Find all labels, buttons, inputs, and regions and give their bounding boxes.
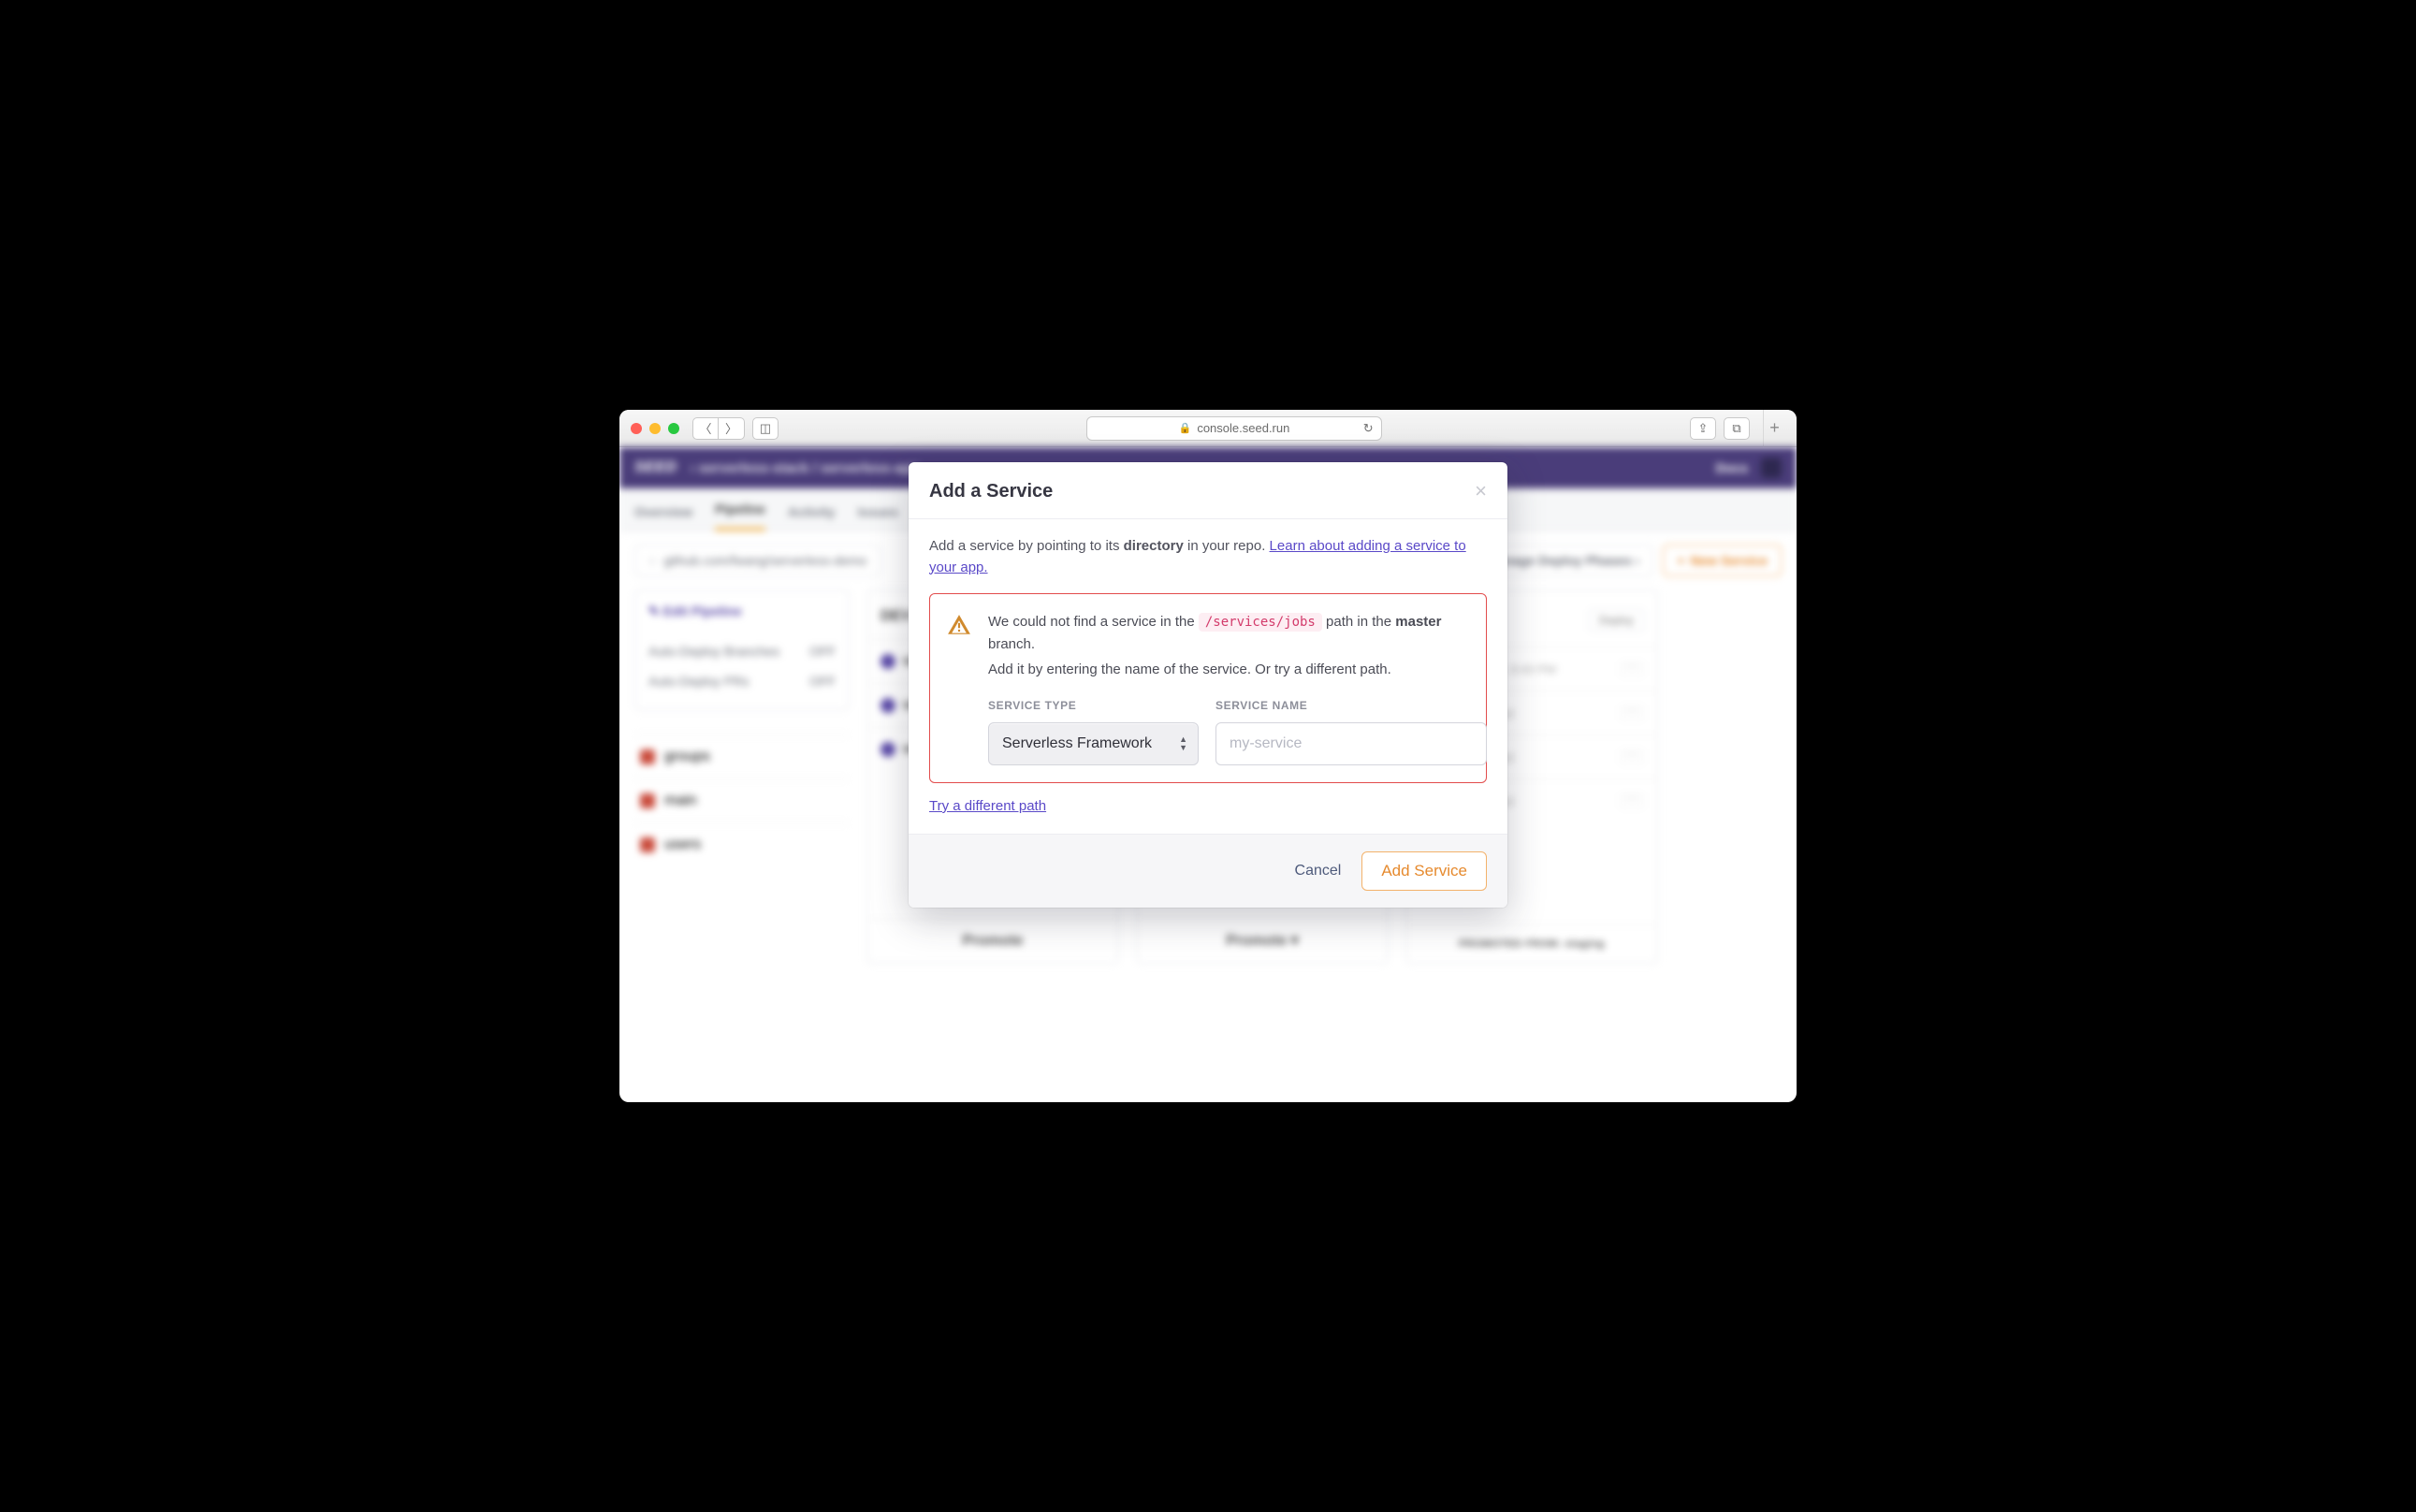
path-code: /services/jobs bbox=[1199, 613, 1322, 632]
new-tab-button[interactable]: + bbox=[1763, 410, 1785, 447]
list-item: groups bbox=[634, 734, 850, 778]
back-button[interactable]: 〈 bbox=[692, 417, 719, 440]
browser-titlebar: 〈 〉 ◫ 🔒 console.seed.run ↻ ⇪ ⧉ + bbox=[619, 410, 1797, 447]
warning-icon bbox=[947, 613, 971, 765]
modal-header: Add a Service × bbox=[909, 462, 1507, 519]
service-type-select[interactable]: Serverless Framework bbox=[988, 722, 1199, 765]
lock-icon: 🔒 bbox=[1179, 422, 1192, 434]
tab-issues[interactable]: Issues bbox=[858, 493, 899, 531]
docs-link[interactable]: Docs bbox=[1716, 460, 1748, 475]
new-service-button[interactable]: + New Service bbox=[1663, 545, 1782, 576]
warning-text-2: Add it by entering the name of the servi… bbox=[988, 659, 1487, 680]
add-service-modal: Add a Service × Add a service by pointin… bbox=[909, 462, 1507, 908]
add-service-button[interactable]: Add Service bbox=[1361, 851, 1487, 891]
brand-logo: SEED bbox=[634, 459, 677, 476]
tab-activity[interactable]: Activity bbox=[788, 493, 836, 531]
service-name-label: SERVICE NAME bbox=[1215, 697, 1487, 715]
service-type-label: SERVICE TYPE bbox=[988, 697, 1199, 715]
close-icon[interactable]: × bbox=[1475, 479, 1487, 503]
plus-icon: + bbox=[1677, 553, 1684, 568]
github-icon: ◌ bbox=[648, 553, 656, 568]
list-item: users bbox=[634, 822, 850, 866]
warning-text: We could not find a service in the /serv… bbox=[988, 611, 1487, 655]
sidebar-toggle-icon[interactable]: ◫ bbox=[752, 417, 779, 440]
window-controls bbox=[631, 423, 679, 434]
nav-buttons: 〈 〉 bbox=[692, 417, 745, 440]
url-host: console.seed.run bbox=[1197, 421, 1289, 435]
cancel-button[interactable]: Cancel bbox=[1295, 863, 1342, 880]
modal-title: Add a Service bbox=[929, 481, 1053, 502]
browser-window: 〈 〉 ◫ 🔒 console.seed.run ↻ ⇪ ⧉ + SEED › … bbox=[619, 410, 1797, 1102]
close-window-icon[interactable] bbox=[631, 423, 642, 434]
warning-alert: We could not find a service in the /serv… bbox=[929, 593, 1487, 783]
address-bar[interactable]: 🔒 console.seed.run ↻ bbox=[1086, 416, 1381, 441]
try-different-path-link[interactable]: Try a different path bbox=[929, 798, 1046, 814]
tabs-icon[interactable]: ⧉ bbox=[1724, 417, 1750, 440]
service-name-input[interactable] bbox=[1215, 722, 1487, 765]
modal-footer: Cancel Add Service bbox=[909, 834, 1507, 908]
modal-intro: Add a service by pointing to its directo… bbox=[929, 536, 1487, 578]
chevron-updown-icon: ▲▼ bbox=[1179, 736, 1187, 751]
reload-icon[interactable]: ↻ bbox=[1363, 421, 1374, 436]
minimize-window-icon[interactable] bbox=[649, 423, 661, 434]
tab-overview[interactable]: Overview bbox=[634, 493, 692, 531]
fullscreen-window-icon[interactable] bbox=[668, 423, 679, 434]
share-icon[interactable]: ⇪ bbox=[1690, 417, 1716, 440]
repo-pill[interactable]: ◌ github.com/fwang/serverless-demo bbox=[634, 545, 881, 576]
forward-button[interactable]: 〉 bbox=[719, 417, 745, 440]
avatar[interactable] bbox=[1761, 458, 1782, 478]
tab-pipeline[interactable]: Pipeline bbox=[715, 490, 765, 531]
list-item: main bbox=[634, 778, 850, 822]
